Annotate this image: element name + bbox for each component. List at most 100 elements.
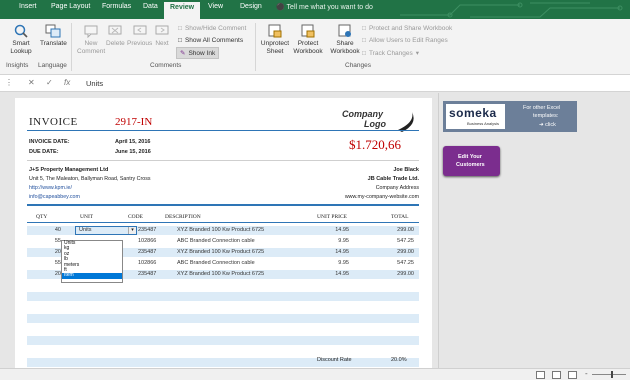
- table-row: 40 Units 235487 XYZ Branded 100 Kw Product …: [27, 226, 419, 235]
- unit-cell-selected[interactable]: ▾: [75, 226, 137, 235]
- new-comment-label: New Comment: [77, 40, 106, 55]
- show-all-comments-label: Show All Comments: [184, 37, 244, 44]
- page-layout-view-icon[interactable]: [552, 371, 561, 379]
- search-globe-icon: [14, 24, 28, 38]
- tab-view[interactable]: View: [208, 3, 223, 10]
- cell-unit-price: 9.95: [338, 238, 349, 244]
- zoom-out-icon[interactable]: -: [585, 369, 588, 378]
- unprotect-sheet-button[interactable]: Unprotect Sheet: [260, 24, 290, 55]
- seller-website[interactable]: http://www.kpm.ie/: [29, 185, 72, 191]
- show-ink-label: Show Ink: [188, 49, 216, 57]
- tab-insert[interactable]: Insert: [19, 3, 37, 10]
- next-label: Next: [155, 40, 169, 47]
- track-changes-icon: □: [362, 49, 366, 57]
- edit-customers-line1: Edit Your: [458, 154, 482, 160]
- protect-workbook-icon: [301, 24, 315, 38]
- next-comment-button[interactable]: Next: [155, 24, 169, 48]
- unprotect-sheet-label: Unprotect Sheet: [260, 40, 290, 55]
- cell-total: 547.25: [397, 238, 414, 244]
- delete-comment-button[interactable]: Delete: [106, 24, 125, 48]
- formula-input[interactable]: Units: [86, 79, 103, 88]
- allow-users-label: Allow Users to Edit Ranges: [368, 37, 448, 44]
- next-comment-icon: [155, 25, 169, 35]
- normal-view-icon[interactable]: [536, 371, 545, 379]
- divider-top: [27, 130, 419, 131]
- invoice-sheet: INVOICE 2917-IN Company Logo INVOICE DAT…: [15, 98, 432, 368]
- table-row: [27, 336, 419, 345]
- table-row: [27, 303, 419, 312]
- cancel-icon[interactable]: ✕: [28, 78, 35, 87]
- buyer-website: www.my-company-website.com: [344, 194, 419, 200]
- translate-icon: [45, 24, 61, 38]
- promo-link-text: click: [545, 122, 556, 128]
- smart-lookup-button[interactable]: Smart Lookup: [8, 24, 34, 55]
- cell-code: 235487: [138, 249, 157, 255]
- group-changes: Changes: [345, 62, 372, 69]
- show-ink-button[interactable]: ✎ Show Ink: [176, 47, 220, 59]
- logo-line2: Logo: [364, 119, 386, 129]
- col-header-qty: QTY: [36, 214, 48, 220]
- lightbulb-icon: ⚫: [276, 4, 285, 11]
- zoom-slider-thumb[interactable]: [611, 371, 613, 378]
- enter-icon[interactable]: ✓: [46, 78, 53, 87]
- invoice-date-label: INVOICE DATE:: [29, 139, 70, 145]
- zoom-slider[interactable]: [592, 374, 626, 375]
- edit-customers-button[interactable]: Edit Your Customers: [443, 146, 500, 176]
- protect-share-label: Protect and Share Workbook: [368, 25, 453, 32]
- col-header-unit: UNIT: [80, 214, 94, 220]
- page-break-view-icon[interactable]: [568, 371, 577, 379]
- translate-label: Translate: [40, 40, 67, 47]
- allow-users-edit-ranges-button[interactable]: □ Allow Users to Edit Ranges: [362, 37, 448, 44]
- unit-dropdown-list[interactable]: Units kg oz lb meters ft Item: [61, 240, 123, 283]
- new-comment-icon: [84, 25, 98, 38]
- dropdown-arrow-icon[interactable]: ▾: [128, 227, 136, 234]
- buyer-address: Company Address: [375, 185, 419, 191]
- protect-workbook-button[interactable]: Protect Workbook: [291, 24, 325, 55]
- cell-description: ABC Branded Connection cable: [177, 238, 255, 244]
- someka-promo-banner[interactable]: someka Business Analysis For other Excel…: [443, 101, 577, 132]
- status-bar: -: [0, 368, 630, 380]
- buyer-company: JB Cable Trade Ltd.: [367, 176, 419, 182]
- cell-unit-price: 14.95: [335, 227, 349, 233]
- group-comments: Comments: [150, 62, 182, 69]
- chevron-down-icon: ▾: [415, 50, 420, 57]
- seller-email[interactable]: info@capeabbey.com: [29, 194, 80, 200]
- previous-comment-button[interactable]: Previous: [127, 24, 152, 48]
- table-row: [27, 358, 419, 367]
- show-hide-comment-button[interactable]: □ Show/Hide Comment: [178, 25, 246, 32]
- function-icon[interactable]: fx: [64, 78, 70, 87]
- share-workbook-button[interactable]: Share Workbook: [328, 24, 362, 55]
- someka-brand-sub: Business Analysis: [467, 121, 500, 126]
- name-box-chevron-icon[interactable]: ⋮: [5, 78, 13, 87]
- translate-button[interactable]: Translate: [40, 24, 67, 48]
- column-gridline: [438, 93, 439, 368]
- tab-design[interactable]: Design: [240, 3, 262, 10]
- track-changes-button[interactable]: □ Track Changes ▾: [362, 49, 420, 58]
- tab-page-layout[interactable]: Page Layout: [51, 3, 90, 10]
- show-all-comments-button[interactable]: □ Show All Comments: [178, 37, 243, 44]
- delete-label: Delete: [106, 40, 125, 47]
- tell-me-box[interactable]: ⚫ Tell me what you want to do: [276, 3, 373, 11]
- tab-formulas[interactable]: Formulas: [102, 3, 131, 10]
- promo-link[interactable]: ➜ click: [539, 122, 556, 128]
- cell-code: 102866: [138, 238, 157, 244]
- col-header-unit-price: UNIT PRICE: [317, 214, 347, 220]
- tab-review[interactable]: Review: [164, 2, 201, 19]
- previous-comment-icon: [133, 25, 147, 35]
- cell-description: XYZ Branded 100 Kw Product 6725: [177, 227, 265, 233]
- allow-users-icon: □: [362, 37, 366, 44]
- cell-total: 547.25: [397, 260, 414, 266]
- divider-header: [27, 222, 419, 223]
- unit-option[interactable]: Item: [62, 273, 122, 279]
- protect-share-workbook-button[interactable]: □ Protect and Share Workbook: [362, 25, 452, 32]
- due-date-value: June 15, 2016: [115, 149, 151, 155]
- discount-label: Discount Rate: [317, 357, 352, 363]
- invoice-date-value: April 15, 2016: [115, 139, 151, 145]
- discount-value: 20.0%: [391, 357, 407, 363]
- cell-description: XYZ Branded 100 Kw Product 6725: [177, 249, 265, 255]
- tab-data[interactable]: Data: [143, 3, 158, 10]
- table-row: [27, 347, 419, 356]
- new-comment-button[interactable]: New Comment: [77, 24, 105, 55]
- previous-label: Previous: [127, 40, 153, 47]
- group-insights: Insights: [6, 62, 29, 69]
